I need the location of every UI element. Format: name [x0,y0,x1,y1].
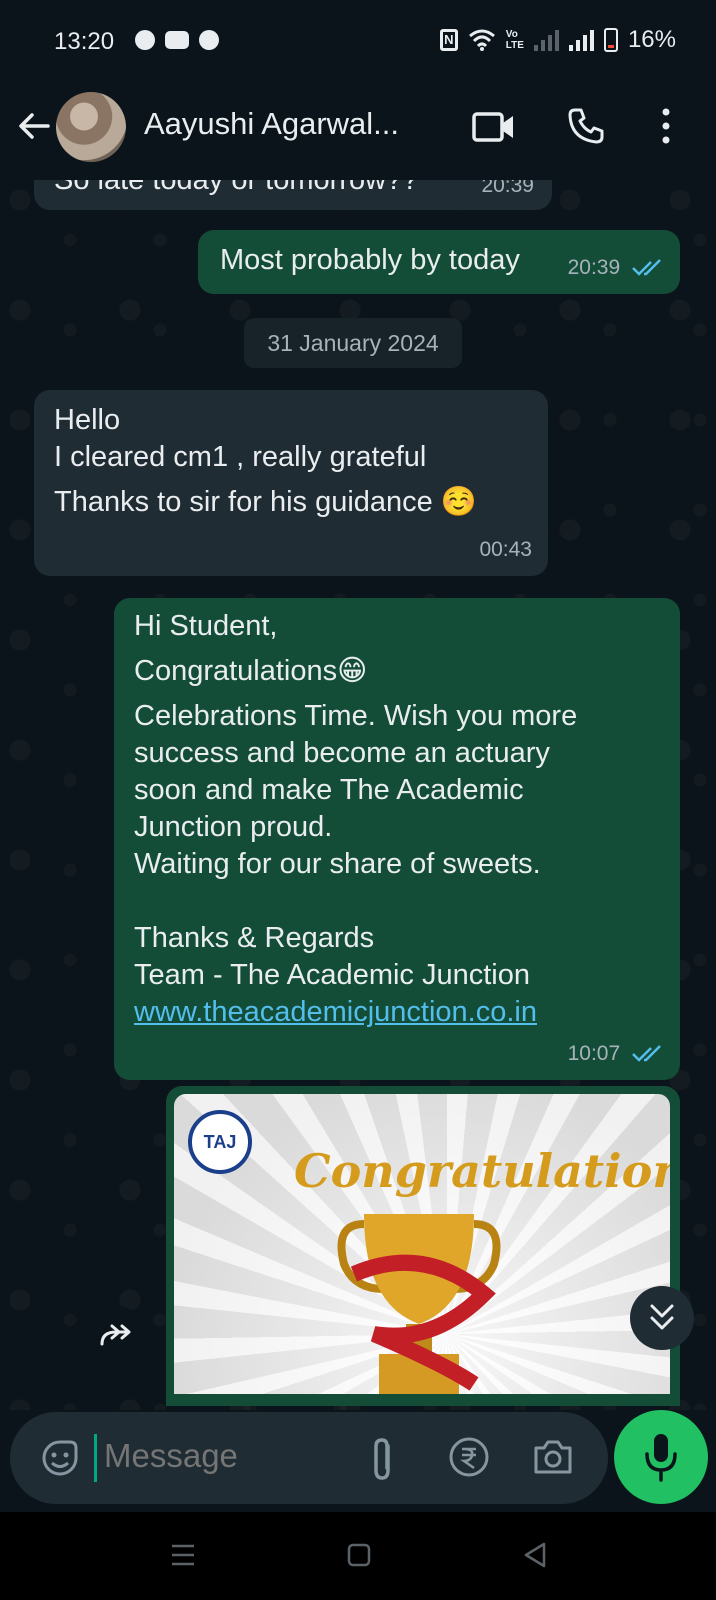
back-arrow-icon[interactable] [14,106,54,146]
scroll-to-bottom-button[interactable] [630,1286,694,1350]
notification-icons [135,30,219,50]
volte-icon: Vo LTE [505,29,524,51]
trophy-icon [337,1214,501,1394]
forward-icon [100,1324,131,1346]
website-link[interactable]: www.theacademicjunction.co.in [134,994,577,1031]
image-title: Congratulations [294,1144,670,1198]
voice-record-button[interactable] [614,1410,708,1504]
status-bar: 13:20 N Vo LTE 16% [0,0,716,84]
message-time: 20:39 [481,180,534,197]
congratulations-image[interactable]: TAJ Congratulations [174,1094,670,1394]
message-incoming[interactable]: Hello I cleared cm1 , really grateful Th… [34,390,548,576]
text-cursor [94,1434,97,1482]
more-vertical-icon[interactable] [658,106,674,146]
message-line: Team - The Academic Junction [134,959,530,991]
nfc-icon: N [439,29,458,51]
youtube-notification-icon [165,31,189,49]
wifi-icon [468,29,495,51]
message-incoming[interactable]: So late today or tomorrow?? 20:39 [34,180,552,210]
message-line: success and become an actuary [134,737,550,769]
phone-icon[interactable] [566,106,606,146]
chat-notification-icon [135,30,155,50]
scroll-down-icon [650,1304,674,1330]
academy-logo: TAJ [188,1110,252,1174]
forward-button[interactable] [88,1306,146,1364]
signal-sim1-icon [533,29,559,51]
message-outgoing[interactable]: Most probably by today 20:39 [198,230,680,294]
home-icon[interactable] [344,1540,374,1570]
nav-back-icon[interactable] [520,1540,550,1570]
read-ticks-icon [632,259,661,277]
battery-icon [603,28,618,52]
message-line: Hello [54,404,121,436]
message-body: Hi Student, Congratulations😁 Celebration… [134,608,577,1031]
message-line: soon and make The Academic [134,774,524,806]
rupee-icon[interactable] [448,1436,490,1478]
message-text: So late today or tomorrow?? [54,180,419,196]
message-line: Thanks to sir for his guidance ☺️ [54,486,477,518]
signal-sim2-icon [568,29,594,51]
read-ticks-icon [632,1045,661,1063]
app-notification-icon [199,30,219,50]
recent-apps-icon[interactable] [168,1540,198,1570]
sticker-icon[interactable] [40,1438,80,1478]
message-line: Junction proud. [134,811,333,843]
message-input[interactable] [102,1436,346,1476]
camera-icon[interactable] [532,1438,574,1476]
battery-percent: 16% [627,26,676,53]
message-composer [10,1412,608,1504]
message-line [134,883,577,920]
message-line: Congratulations😁 [134,655,368,687]
message-text: Most probably by today [220,244,520,276]
message-line: Celebrations Time. Wish you more [134,700,578,732]
message-body: Hello I cleared cm1 , really grateful Th… [54,402,477,521]
message-time: 20:39 [567,256,621,279]
message-line: Hi Student, [134,610,278,642]
message-line: Thanks & Regards [134,922,375,954]
message-meta: 10:07 [568,1035,664,1072]
date-separator: 31 January 2024 [244,318,462,368]
contact-avatar[interactable] [56,92,126,162]
system-icons: N Vo LTE 16% [439,26,676,54]
message-line: I cleared cm1 , really grateful [54,441,427,473]
chat-header: Aayushi Agarwal... [0,84,716,180]
attach-icon[interactable] [368,1436,398,1482]
chat-area[interactable]: So late today or tomorrow?? 20:39 Most p… [0,180,716,1410]
message-time: 10:07 [567,1042,621,1065]
system-nav-bar [0,1512,716,1600]
message-line: Waiting for our share of sweets. [134,848,541,880]
mic-icon [645,1434,677,1482]
video-call-icon[interactable] [472,110,516,144]
message-time: 00:43 [479,538,532,561]
message-meta: 20:39 [568,249,664,286]
message-outgoing[interactable]: Hi Student, Congratulations😁 Celebration… [114,598,680,1080]
contact-name[interactable]: Aayushi Agarwal... [144,106,399,142]
status-time: 13:20 [54,28,115,55]
image-message[interactable]: TAJ Congratulations [166,1086,680,1406]
